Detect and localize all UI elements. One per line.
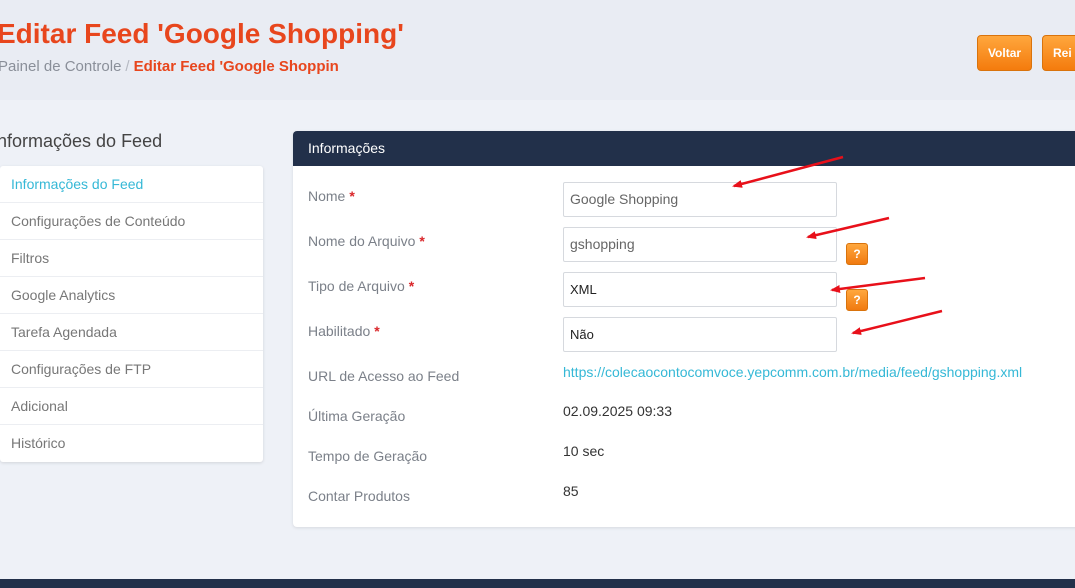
page-footer <box>0 579 1075 588</box>
arrow-icon <box>806 216 890 240</box>
arrow-icon <box>732 155 844 188</box>
annotation-arrows <box>732 155 943 335</box>
arrow-icon <box>851 309 943 335</box>
arrow-icon <box>830 276 926 293</box>
